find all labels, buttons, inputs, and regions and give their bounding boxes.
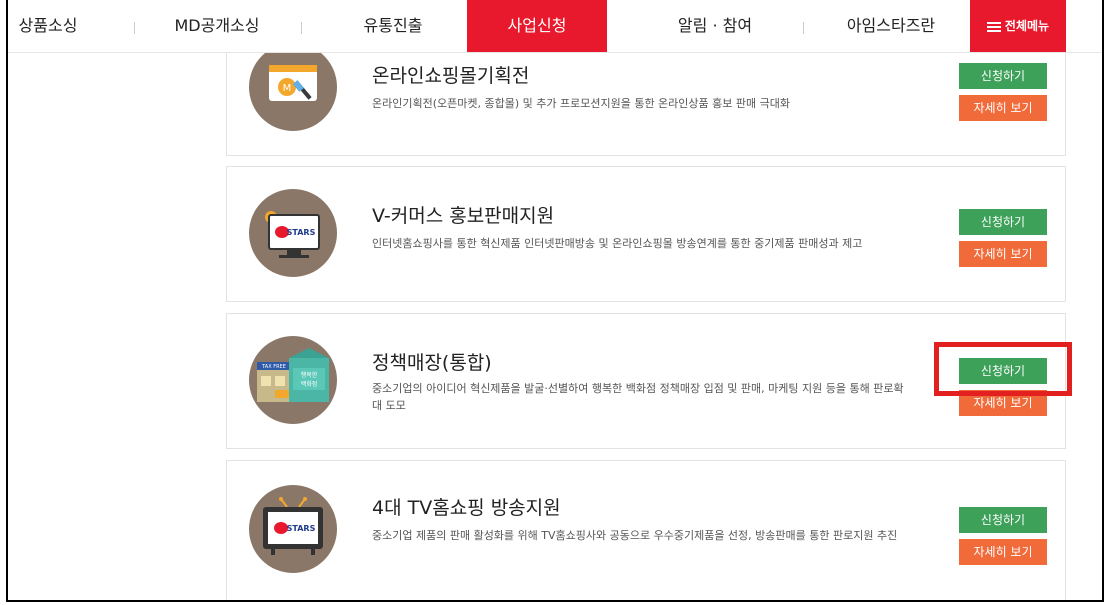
apply-button[interactable]: 신청하기	[959, 507, 1047, 533]
store-sign-line1: 행복한	[301, 371, 318, 379]
detail-button[interactable]: 자세히 보기	[959, 390, 1047, 416]
top-nav: 상품소싱 MD공개소싱 유통진출 사업신청 알림 · 참여 아임스타즈란 전체메…	[8, 0, 1102, 53]
apply-button[interactable]: 신청하기	[959, 358, 1047, 384]
nav-item-notice[interactable]: 알림 · 참여	[655, 0, 775, 52]
program-description: 인터넷홈쇼핑사를 통한 혁신제품 인터넷판매방송 및 온라인쇼핑몰 방송연계를 …	[372, 237, 863, 250]
online-mall-icon: M	[249, 43, 337, 131]
full-menu-button[interactable]: 전체메뉴	[970, 0, 1066, 52]
nav-separator	[301, 22, 302, 34]
policy-store-icon: TAX FREE 행복한 백화점	[249, 336, 337, 424]
program-card: TAX FREE 행복한 백화점 정책매장(통합) 중소기업의 아이디어 혁신제…	[226, 313, 1066, 449]
program-card: STARS V-커머스 홍보판매지원 인터넷홈쇼핑사를 통한 혁신제품 인터넷판…	[226, 166, 1066, 302]
program-description: 중소기업의 아이디어 혁신제품을 발굴·선별하여 행복한 백화점 정책매장 입점…	[372, 382, 904, 412]
stars-logo-text: STARS	[287, 228, 316, 237]
svg-text:M: M	[283, 83, 292, 94]
tax-free-label: TAX FREE	[261, 364, 286, 370]
page-frame: 상품소싱 MD공개소싱 유통진출 사업신청 알림 · 참여 아임스타즈란 전체메…	[6, 0, 1104, 602]
store-sign-line2: 백화점	[301, 380, 318, 388]
nav-item-product-sourcing[interactable]: 상품소싱	[8, 0, 88, 52]
detail-button[interactable]: 자세히 보기	[959, 241, 1047, 267]
apply-button[interactable]: 신청하기	[959, 63, 1047, 89]
nav-item-business-apply[interactable]: 사업신청	[467, 0, 607, 52]
full-menu-label: 전체메뉴	[1004, 19, 1050, 33]
program-title: 4대 TV홈쇼핑 방송지원	[372, 497, 561, 519]
nav-item-about[interactable]: 아임스타즈란	[826, 0, 956, 52]
monitor-stars-icon: STARS	[249, 189, 337, 277]
program-description: 온라인기획전(오픈마켓, 종합몰) 및 추가 프로모션지원을 통한 온라인상품 …	[372, 97, 790, 110]
program-card: STARS 4대 TV홈쇼핑 방송지원 중소기업 제품의 판매 활성화를 위해 …	[226, 460, 1066, 600]
program-description: 중소기업 제품의 판매 활성화를 위해 TV홈쇼핑사와 공동으로 우수중기제품을…	[372, 529, 898, 542]
apply-button[interactable]: 신청하기	[959, 209, 1047, 235]
nav-separator	[134, 22, 135, 34]
program-title: V-커머스 홍보판매지원	[372, 205, 555, 227]
tv-stars-icon: STARS	[249, 485, 337, 573]
hamburger-icon	[986, 20, 1001, 34]
detail-button[interactable]: 자세히 보기	[959, 95, 1047, 121]
nav-item-distribution[interactable]: 유통진출	[338, 0, 448, 52]
nav-item-md-sourcing[interactable]: MD공개소싱	[158, 0, 276, 52]
nav-separator	[803, 22, 804, 34]
program-title: 온라인쇼핑몰기획전	[372, 65, 530, 87]
program-title: 정책매장(통합)	[372, 352, 492, 374]
detail-button[interactable]: 자세히 보기	[959, 539, 1047, 565]
stars-logo-text: STARS	[287, 524, 316, 533]
